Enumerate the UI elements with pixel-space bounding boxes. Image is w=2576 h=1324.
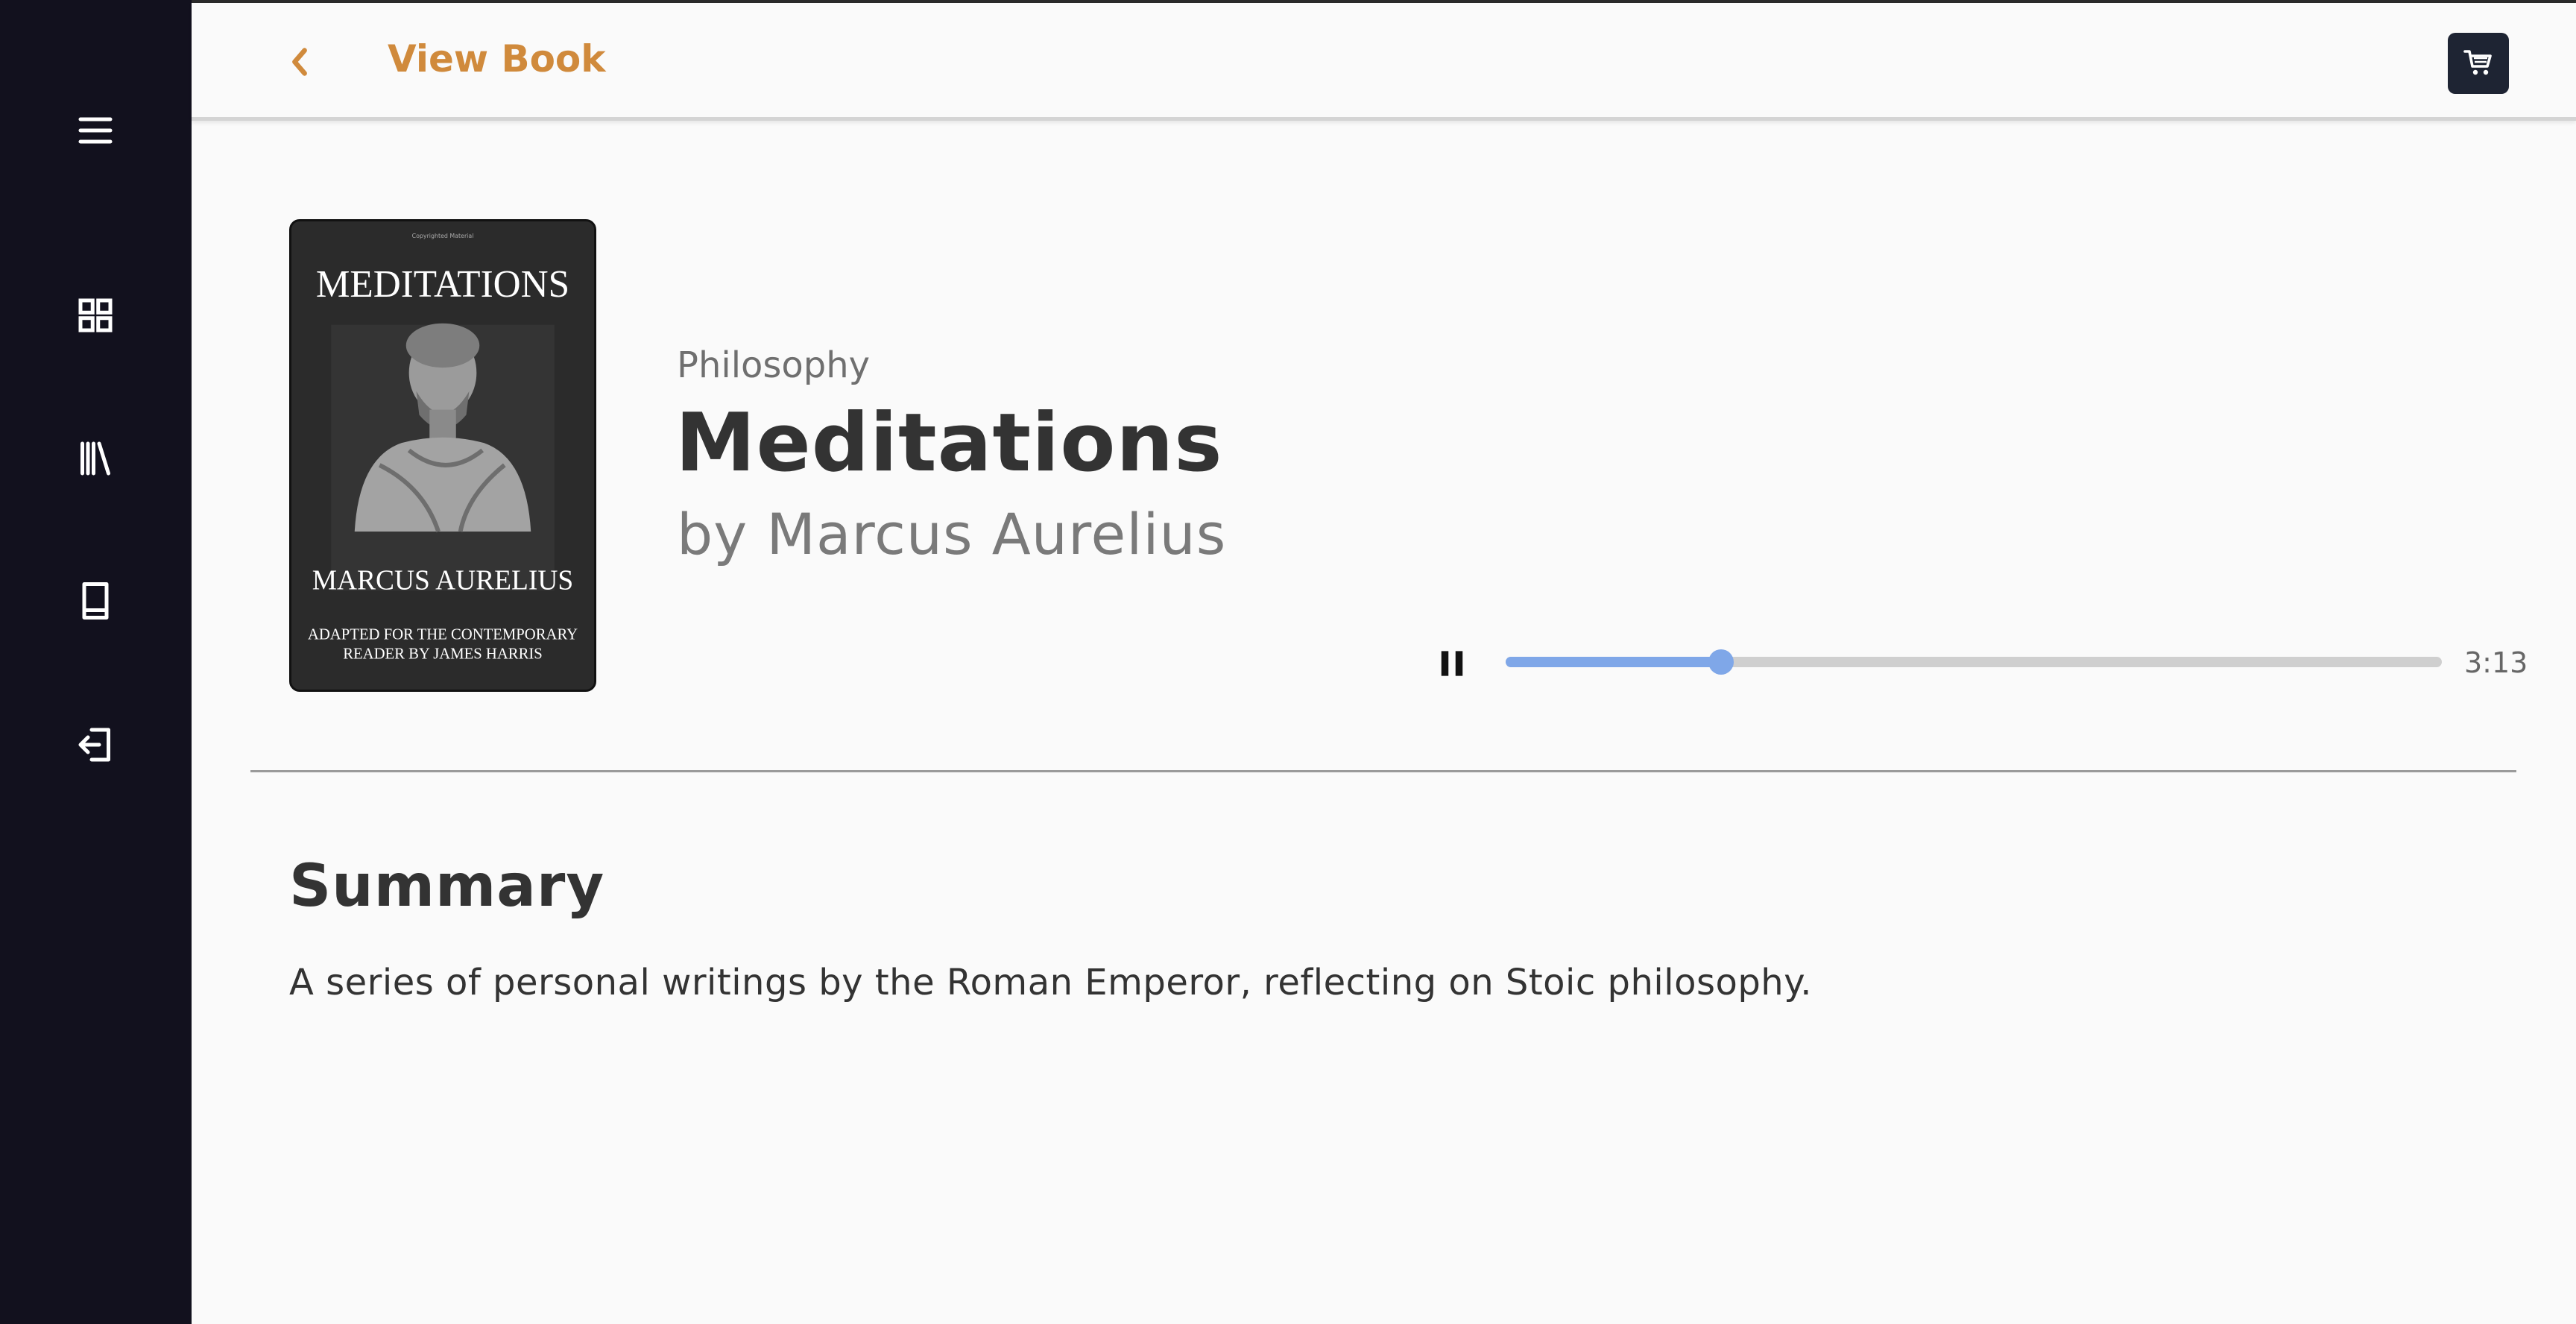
cover-title-text: MEDITATIONS — [316, 263, 569, 306]
cover-tagline-2: READER BY JAMES HARRIS — [343, 646, 543, 662]
cart-icon — [2463, 50, 2492, 75]
audio-progress-slider[interactable] — [1506, 649, 2442, 675]
cart-button[interactable] — [2448, 33, 2509, 94]
sidebar-item-library[interactable] — [64, 427, 127, 490]
pause-button[interactable] — [1430, 641, 1474, 686]
book-cover: Copyrighted Material MEDITATIONS MARCUS … — [289, 219, 596, 692]
library-icon — [80, 441, 110, 476]
menu-button[interactable] — [64, 99, 127, 162]
section-divider — [250, 770, 2516, 772]
dashboard-grid-icon — [78, 298, 113, 332]
app-header: View Book — [192, 3, 2576, 121]
book-title: Meditations — [675, 397, 1223, 490]
audio-progress-thumb[interactable] — [1708, 649, 1734, 675]
sidebar-item-book[interactable] — [64, 570, 127, 632]
cover-small-text: Copyrighted Material — [412, 233, 474, 239]
cover-author-text: MARCUS AURELIUS — [312, 565, 573, 596]
chevron-left-icon — [292, 48, 307, 76]
page-title: View Book — [388, 37, 606, 81]
book-author: by Marcus Aurelius — [677, 501, 1227, 567]
back-button[interactable] — [274, 36, 326, 88]
pause-icon — [1441, 651, 1463, 676]
logout-icon — [78, 728, 110, 762]
book-icon — [82, 582, 109, 620]
audio-progress-fill — [1506, 657, 1721, 667]
cover-tagline-1: ADAPTED FOR THE CONTEMPORARY — [308, 627, 578, 643]
menu-icon — [78, 117, 113, 144]
sidebar-item-logout[interactable] — [64, 713, 127, 776]
book-genre: Philosophy — [677, 344, 871, 386]
summary-text: A series of personal writings by the Rom… — [289, 962, 1813, 1003]
audio-time: 3:13 — [2464, 646, 2528, 679]
summary-heading: Summary — [289, 853, 605, 920]
sidebar — [0, 0, 192, 1324]
sidebar-item-dashboard[interactable] — [64, 284, 127, 347]
